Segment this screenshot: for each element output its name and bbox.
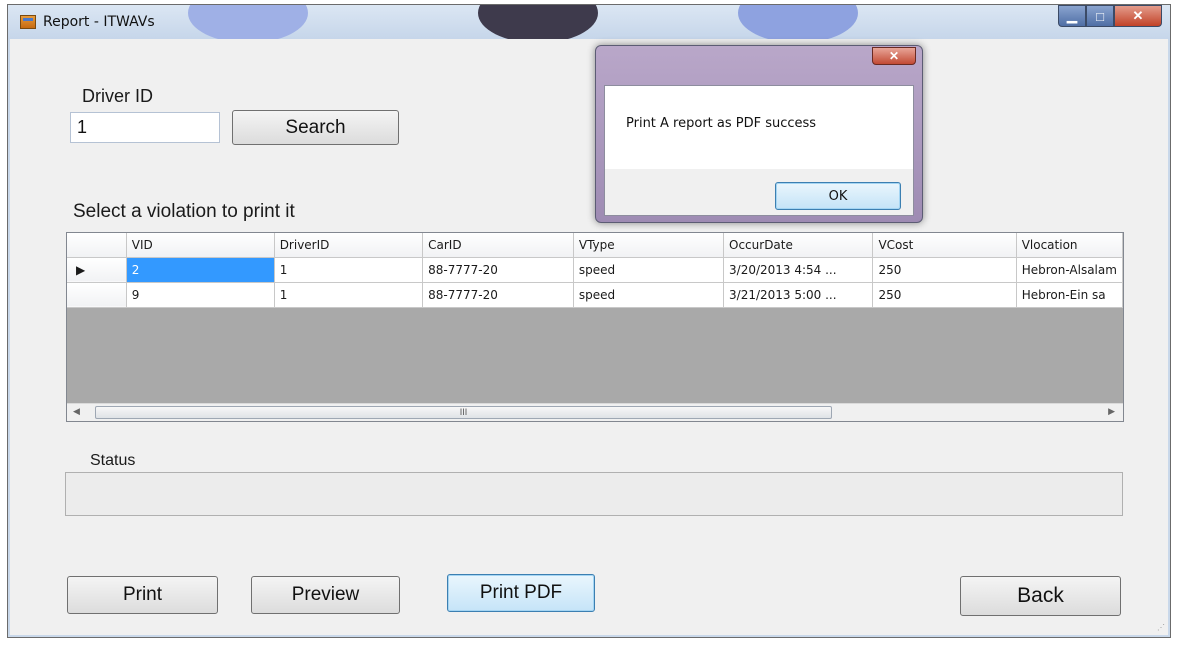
wallpaper-decoration: [478, 5, 598, 39]
minimize-button[interactable]: ▁: [1058, 5, 1086, 27]
table-header-row: VID DriverID CarID VType OccurDate VCost…: [67, 233, 1123, 258]
print-button[interactable]: Print: [67, 576, 218, 614]
wallpaper-decoration: [738, 5, 858, 39]
wallpaper-decoration: [188, 5, 308, 39]
column-header-vlocation[interactable]: Vlocation: [1016, 233, 1123, 258]
dialog-body: Print A report as PDF success OK: [604, 85, 914, 216]
table-cell[interactable]: 250: [872, 282, 1017, 308]
table-cell[interactable]: 250: [872, 257, 1017, 283]
table-cell[interactable]: Hebron-Alsalam: [1016, 257, 1123, 283]
status-label: Status: [90, 452, 136, 469]
scroll-right-arrow-icon[interactable]: ▶: [1108, 406, 1115, 417]
title-bar[interactable]: Report - ITWAVs ▁ □ ✕: [8, 5, 1170, 39]
table-row[interactable]: 9 1 88-7777-20 speed 3/21/2013 5:00 ... …: [67, 282, 1123, 308]
column-header-driverid[interactable]: DriverID: [274, 233, 424, 258]
table-cell[interactable]: 88-7777-20: [422, 282, 574, 308]
scroll-left-arrow-icon[interactable]: ◀: [73, 406, 80, 417]
app-icon: [20, 15, 36, 29]
column-header-vcost[interactable]: VCost: [872, 233, 1017, 258]
table-row[interactable]: ▶ 2 1 88-7777-20 speed 3/20/2013 4:54 ..…: [67, 257, 1123, 283]
close-button[interactable]: ✕: [1114, 5, 1162, 27]
search-button[interactable]: Search: [232, 110, 399, 145]
current-row-indicator-icon[interactable]: ▶: [67, 257, 127, 283]
back-button[interactable]: Back: [960, 576, 1121, 616]
table-cell[interactable]: 2: [126, 257, 275, 283]
horizontal-scrollbar[interactable]: ◀ III ▶: [67, 403, 1123, 421]
resize-grip-icon[interactable]: ⋰: [1157, 623, 1165, 632]
table-cell[interactable]: 9: [126, 282, 275, 308]
message-dialog: ✕ Print A report as PDF success OK: [595, 45, 923, 223]
column-header-occurdate[interactable]: OccurDate: [723, 233, 874, 258]
table-cell[interactable]: 3/20/2013 4:54 ...: [723, 257, 874, 283]
table-cell[interactable]: Hebron-Ein sa: [1016, 282, 1123, 308]
violations-grid[interactable]: VID DriverID CarID VType OccurDate VCost…: [66, 232, 1124, 422]
preview-button[interactable]: Preview: [251, 576, 400, 614]
row-header[interactable]: [67, 282, 127, 308]
dialog-message: Print A report as PDF success: [626, 116, 817, 131]
report-window: Report - ITWAVs ▁ □ ✕ Driver ID Search S…: [7, 4, 1171, 638]
table-cell[interactable]: 1: [274, 282, 424, 308]
column-header-carid[interactable]: CarID: [422, 233, 574, 258]
form-client-area: Driver ID Search Select a violation to p…: [10, 39, 1168, 635]
status-textbox[interactable]: [65, 472, 1123, 516]
select-violation-label: Select a violation to print it: [73, 201, 295, 222]
table-cell[interactable]: speed: [573, 257, 725, 283]
table-cell[interactable]: speed: [573, 282, 725, 308]
violations-table: VID DriverID CarID VType OccurDate VCost…: [67, 233, 1123, 308]
window-controls: ▁ □ ✕: [1058, 5, 1162, 27]
window-title: Report - ITWAVs: [43, 14, 155, 30]
scrollbar-thumb[interactable]: III: [95, 406, 832, 419]
column-header-vtype[interactable]: VType: [573, 233, 725, 258]
dialog-message-area: Print A report as PDF success: [605, 86, 913, 169]
table-cell[interactable]: 3/21/2013 5:00 ...: [723, 282, 874, 308]
row-header-corner: [67, 233, 127, 258]
driver-id-label: Driver ID: [82, 86, 153, 106]
table-cell[interactable]: 1: [274, 257, 424, 283]
driver-id-input[interactable]: [70, 112, 220, 143]
ok-button[interactable]: OK: [775, 182, 901, 210]
column-header-vid[interactable]: VID: [126, 233, 275, 258]
table-cell[interactable]: 88-7777-20: [422, 257, 574, 283]
maximize-button[interactable]: □: [1086, 5, 1114, 27]
print-pdf-button[interactable]: Print PDF: [447, 574, 595, 612]
dialog-close-button[interactable]: ✕: [872, 47, 916, 65]
